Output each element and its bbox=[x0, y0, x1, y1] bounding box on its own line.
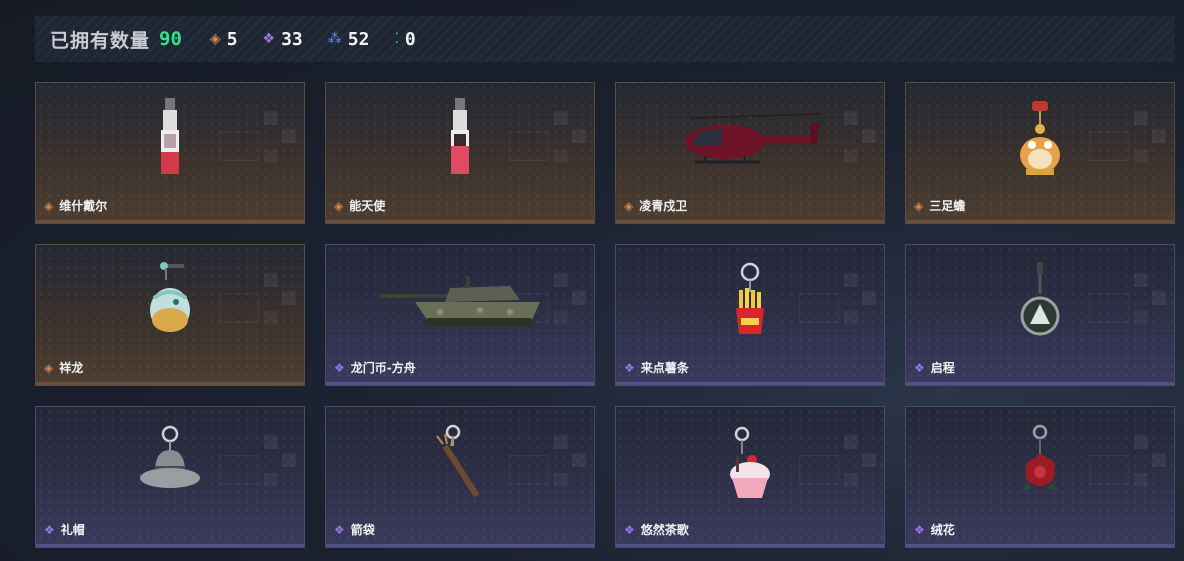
item-label: ❖ 悠然茶歌 bbox=[624, 521, 689, 538]
item-label: ❖ 绒花 bbox=[914, 521, 955, 538]
cupcake-charm-icon bbox=[616, 407, 884, 519]
purple-diamond-icon: ❖ bbox=[334, 360, 345, 375]
orange-diamond-icon: ◈ bbox=[44, 360, 54, 375]
item-name: 凌青戍卫 bbox=[639, 199, 688, 213]
item-label: ◈ 祥龙 bbox=[44, 359, 83, 376]
item-label: ❖ 来点薯条 bbox=[624, 359, 689, 376]
item-name: 启程 bbox=[930, 361, 955, 375]
item-card[interactable]: ◈ 维什戴尔 bbox=[35, 82, 305, 224]
item-name: 悠然茶歌 bbox=[640, 523, 689, 537]
item-name: 箭袋 bbox=[350, 523, 375, 537]
medal-charm-icon bbox=[906, 245, 1174, 357]
stat-orange: ◈ 5 bbox=[210, 29, 238, 50]
item-name: 能天使 bbox=[349, 199, 386, 213]
orange-diamond-icon: ◈ bbox=[914, 198, 924, 213]
sticker-charm-icon bbox=[36, 83, 304, 195]
rose-charm-icon bbox=[906, 407, 1174, 519]
item-label: ❖ 箭袋 bbox=[334, 521, 375, 538]
item-label: ◈ 凌青戍卫 bbox=[624, 197, 687, 214]
item-label: ❖ 龙门币-方舟 bbox=[334, 359, 416, 376]
item-card[interactable]: ❖ 悠然茶歌 bbox=[615, 406, 885, 548]
purple-diamond-icon: ❖ bbox=[914, 522, 925, 537]
owned-label: 已拥有数量 bbox=[50, 29, 151, 52]
stat-green: ⁚ 0 bbox=[394, 29, 415, 50]
dragon-charm-icon bbox=[36, 245, 304, 357]
purple-diamond-icon: ❖ bbox=[914, 360, 925, 375]
item-name: 维什戴尔 bbox=[59, 199, 108, 213]
hat-charm-icon bbox=[36, 407, 304, 519]
item-card[interactable]: ❖ 礼帽 bbox=[35, 406, 305, 548]
owned-summary-bar: 已拥有数量 90 ◈ 5 ❖ 33 ⁂ 52 ⁚ 0 bbox=[35, 16, 1175, 62]
item-label: ❖ 启程 bbox=[914, 359, 955, 376]
orange-diamond-icon: ◈ bbox=[44, 198, 54, 213]
fries-charm-icon bbox=[616, 245, 884, 357]
purple-diamond-icon: ❖ bbox=[334, 522, 345, 537]
item-card[interactable]: ❖ 来点薯条 bbox=[615, 244, 885, 386]
helicopter-icon bbox=[616, 83, 884, 195]
item-grid: ◈ 维什戴尔 ◈ 能天使 ◈ 凌青戍卫 ◈ 三足蟾 ◈ 祥龙 ❖ 龙门币-方舟 … bbox=[35, 82, 1175, 548]
item-name: 绒花 bbox=[930, 523, 955, 537]
item-name: 祥龙 bbox=[59, 361, 84, 375]
item-name: 龙门币-方舟 bbox=[350, 361, 416, 375]
stat-purple: ❖ 33 bbox=[263, 29, 303, 50]
item-card[interactable]: ❖ 启程 bbox=[905, 244, 1175, 386]
item-card[interactable]: ❖ 龙门币-方舟 bbox=[325, 244, 595, 386]
purple-diamond-icon: ❖ bbox=[624, 522, 635, 537]
stat-count-blue: 52 bbox=[347, 28, 370, 50]
item-name: 来点薯条 bbox=[640, 361, 689, 375]
quiver-charm-icon bbox=[326, 407, 594, 519]
orange-diamond-icon: ◈ bbox=[209, 31, 221, 47]
item-name: 礼帽 bbox=[60, 523, 85, 537]
tank-icon bbox=[326, 245, 594, 357]
item-label: ◈ 三足蟾 bbox=[914, 197, 965, 214]
purple-diamond-icon: ❖ bbox=[262, 31, 276, 47]
item-card[interactable]: ◈ 能天使 bbox=[325, 82, 595, 224]
stat-blue: ⁂ 52 bbox=[328, 29, 370, 50]
stat-count-green: 0 bbox=[404, 28, 416, 50]
item-card[interactable]: ◈ 凌青戍卫 bbox=[615, 82, 885, 224]
item-label: ◈ 能天使 bbox=[334, 197, 385, 214]
owned-count: 90 bbox=[159, 28, 182, 50]
green-dots-icon: ⁚ bbox=[394, 31, 399, 47]
item-name: 三足蟾 bbox=[929, 199, 966, 213]
sticker-charm-icon bbox=[326, 83, 594, 195]
item-card[interactable]: ❖ 绒花 bbox=[905, 406, 1175, 548]
item-label: ◈ 维什戴尔 bbox=[44, 197, 107, 214]
toad-charm-icon bbox=[906, 83, 1174, 195]
blue-triangle-icon: ⁂ bbox=[327, 31, 342, 47]
stat-count-purple: 33 bbox=[281, 28, 303, 50]
item-label: ❖ 礼帽 bbox=[44, 521, 85, 538]
item-card[interactable]: ◈ 三足蟾 bbox=[905, 82, 1175, 224]
stat-count-orange: 5 bbox=[226, 28, 238, 50]
orange-diamond-icon: ◈ bbox=[334, 198, 344, 213]
purple-diamond-icon: ❖ bbox=[44, 522, 55, 537]
orange-diamond-icon: ◈ bbox=[624, 198, 634, 213]
item-card[interactable]: ❖ 箭袋 bbox=[325, 406, 595, 548]
purple-diamond-icon: ❖ bbox=[624, 360, 635, 375]
item-card[interactable]: ◈ 祥龙 bbox=[35, 244, 305, 386]
